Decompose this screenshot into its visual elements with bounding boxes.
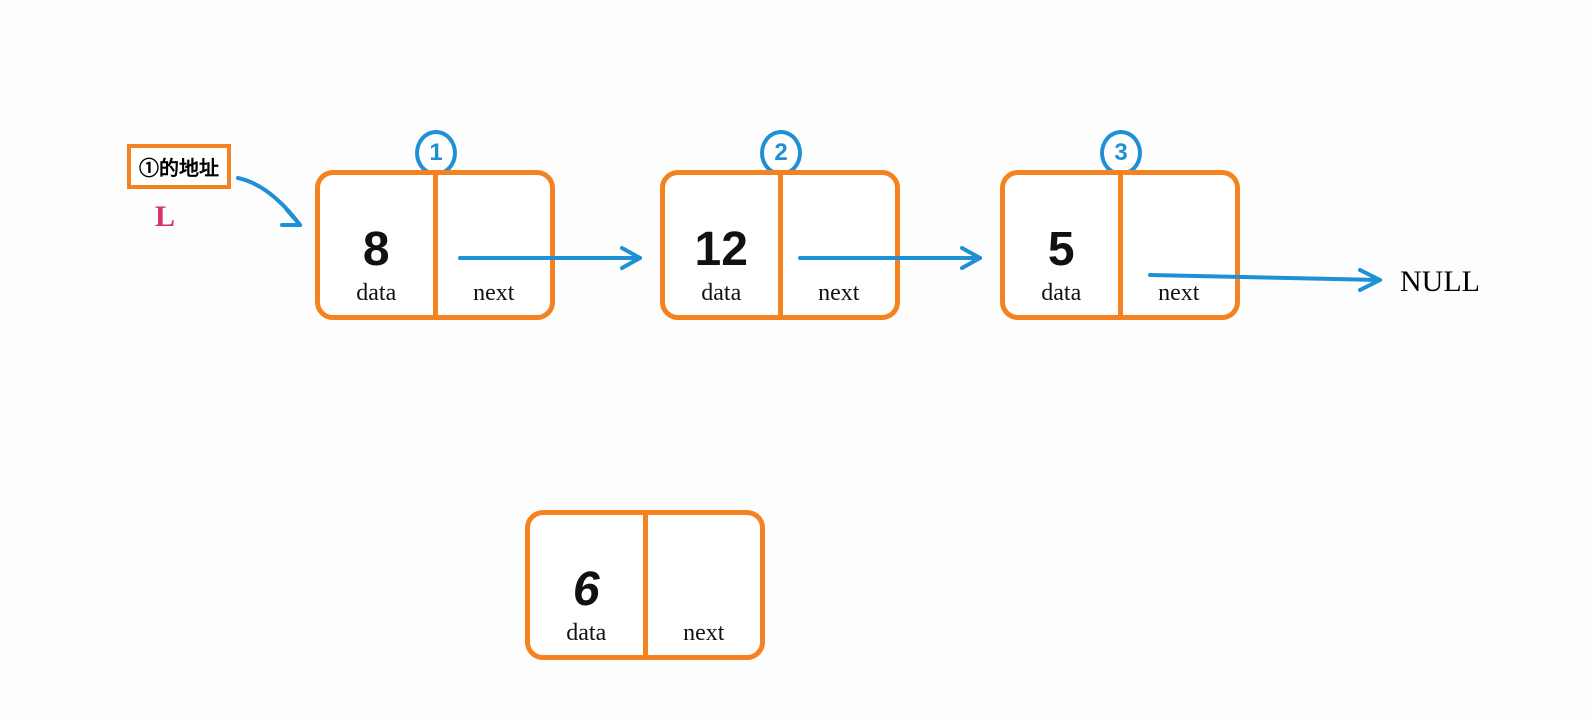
node-1-next-label: next — [473, 280, 514, 307]
node-3-data-label: data — [1041, 280, 1081, 307]
detached-node-data-label: data — [566, 620, 606, 647]
head-pointer-label: L — [155, 200, 175, 234]
arrow-head-to-1-head — [282, 210, 300, 225]
arrow-2-to-3-head — [962, 248, 980, 268]
node-1-data-value: 8 — [363, 226, 390, 274]
node-2-next-label: next — [818, 280, 859, 307]
head-pointer-text: ①的地址 — [139, 158, 219, 180]
node-2: 12 data next — [660, 170, 900, 320]
arrow-3-to-null-head — [1360, 270, 1380, 290]
arrows-layer — [0, 0, 1592, 720]
node-3-data-value: 5 — [1048, 226, 1075, 274]
node-2-data-cell: 12 data — [665, 175, 783, 315]
linked-list-diagram: ①的地址 L 1 8 data next 2 12 data next 3 5 … — [0, 0, 1592, 720]
node-1-data-label: data — [356, 280, 396, 307]
node-3-next-cell: next — [1123, 175, 1236, 315]
node-1-next-cell: next — [438, 175, 551, 315]
detached-node-next-label: next — [683, 620, 724, 647]
node-1-data-cell: 8 data — [320, 175, 438, 315]
node-1: 8 data next — [315, 170, 555, 320]
arrow-head-to-1 — [238, 178, 300, 225]
node-3-data-cell: 5 data — [1005, 175, 1123, 315]
node-3: 5 data next — [1000, 170, 1240, 320]
node-2-data-label: data — [701, 280, 741, 307]
node-2-next-cell: next — [783, 175, 896, 315]
arrow-1-to-2-head — [622, 248, 640, 268]
detached-node-data-cell: 6 data — [530, 515, 648, 655]
head-pointer-box: ①的地址 — [127, 144, 231, 189]
detached-node-data-value: 6 — [573, 566, 600, 614]
detached-node-next-cell: next — [648, 515, 761, 655]
null-terminator: NULL — [1400, 265, 1480, 299]
detached-node: 6 data next — [525, 510, 765, 660]
node-3-next-label: next — [1158, 280, 1199, 307]
node-2-data-value: 12 — [695, 226, 748, 274]
